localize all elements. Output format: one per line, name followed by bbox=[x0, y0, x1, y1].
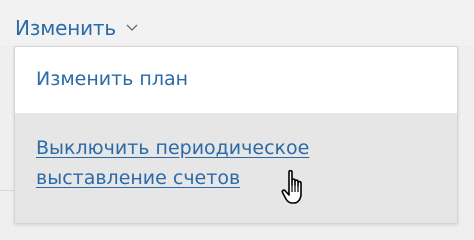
divider bbox=[0, 190, 14, 191]
menu-item-disable-recurring-billing[interactable]: Выключить периодическое выставление счет… bbox=[15, 113, 457, 223]
edit-menu-label: Изменить bbox=[15, 16, 116, 40]
menu-item-label[interactable]: Выключить периодическое выставление счет… bbox=[36, 133, 366, 193]
menu-item-change-plan[interactable]: Изменить план bbox=[15, 47, 457, 113]
toolbar: Изменить bbox=[0, 0, 474, 46]
edit-dropdown-menu: Изменить план Выключить периодическое вы… bbox=[14, 46, 458, 224]
menu-item-label: Изменить план bbox=[36, 68, 189, 90]
chevron-down-icon bbox=[124, 19, 140, 35]
edit-menu-button[interactable]: Изменить bbox=[15, 14, 140, 46]
hand-pointer-icon bbox=[280, 168, 310, 208]
